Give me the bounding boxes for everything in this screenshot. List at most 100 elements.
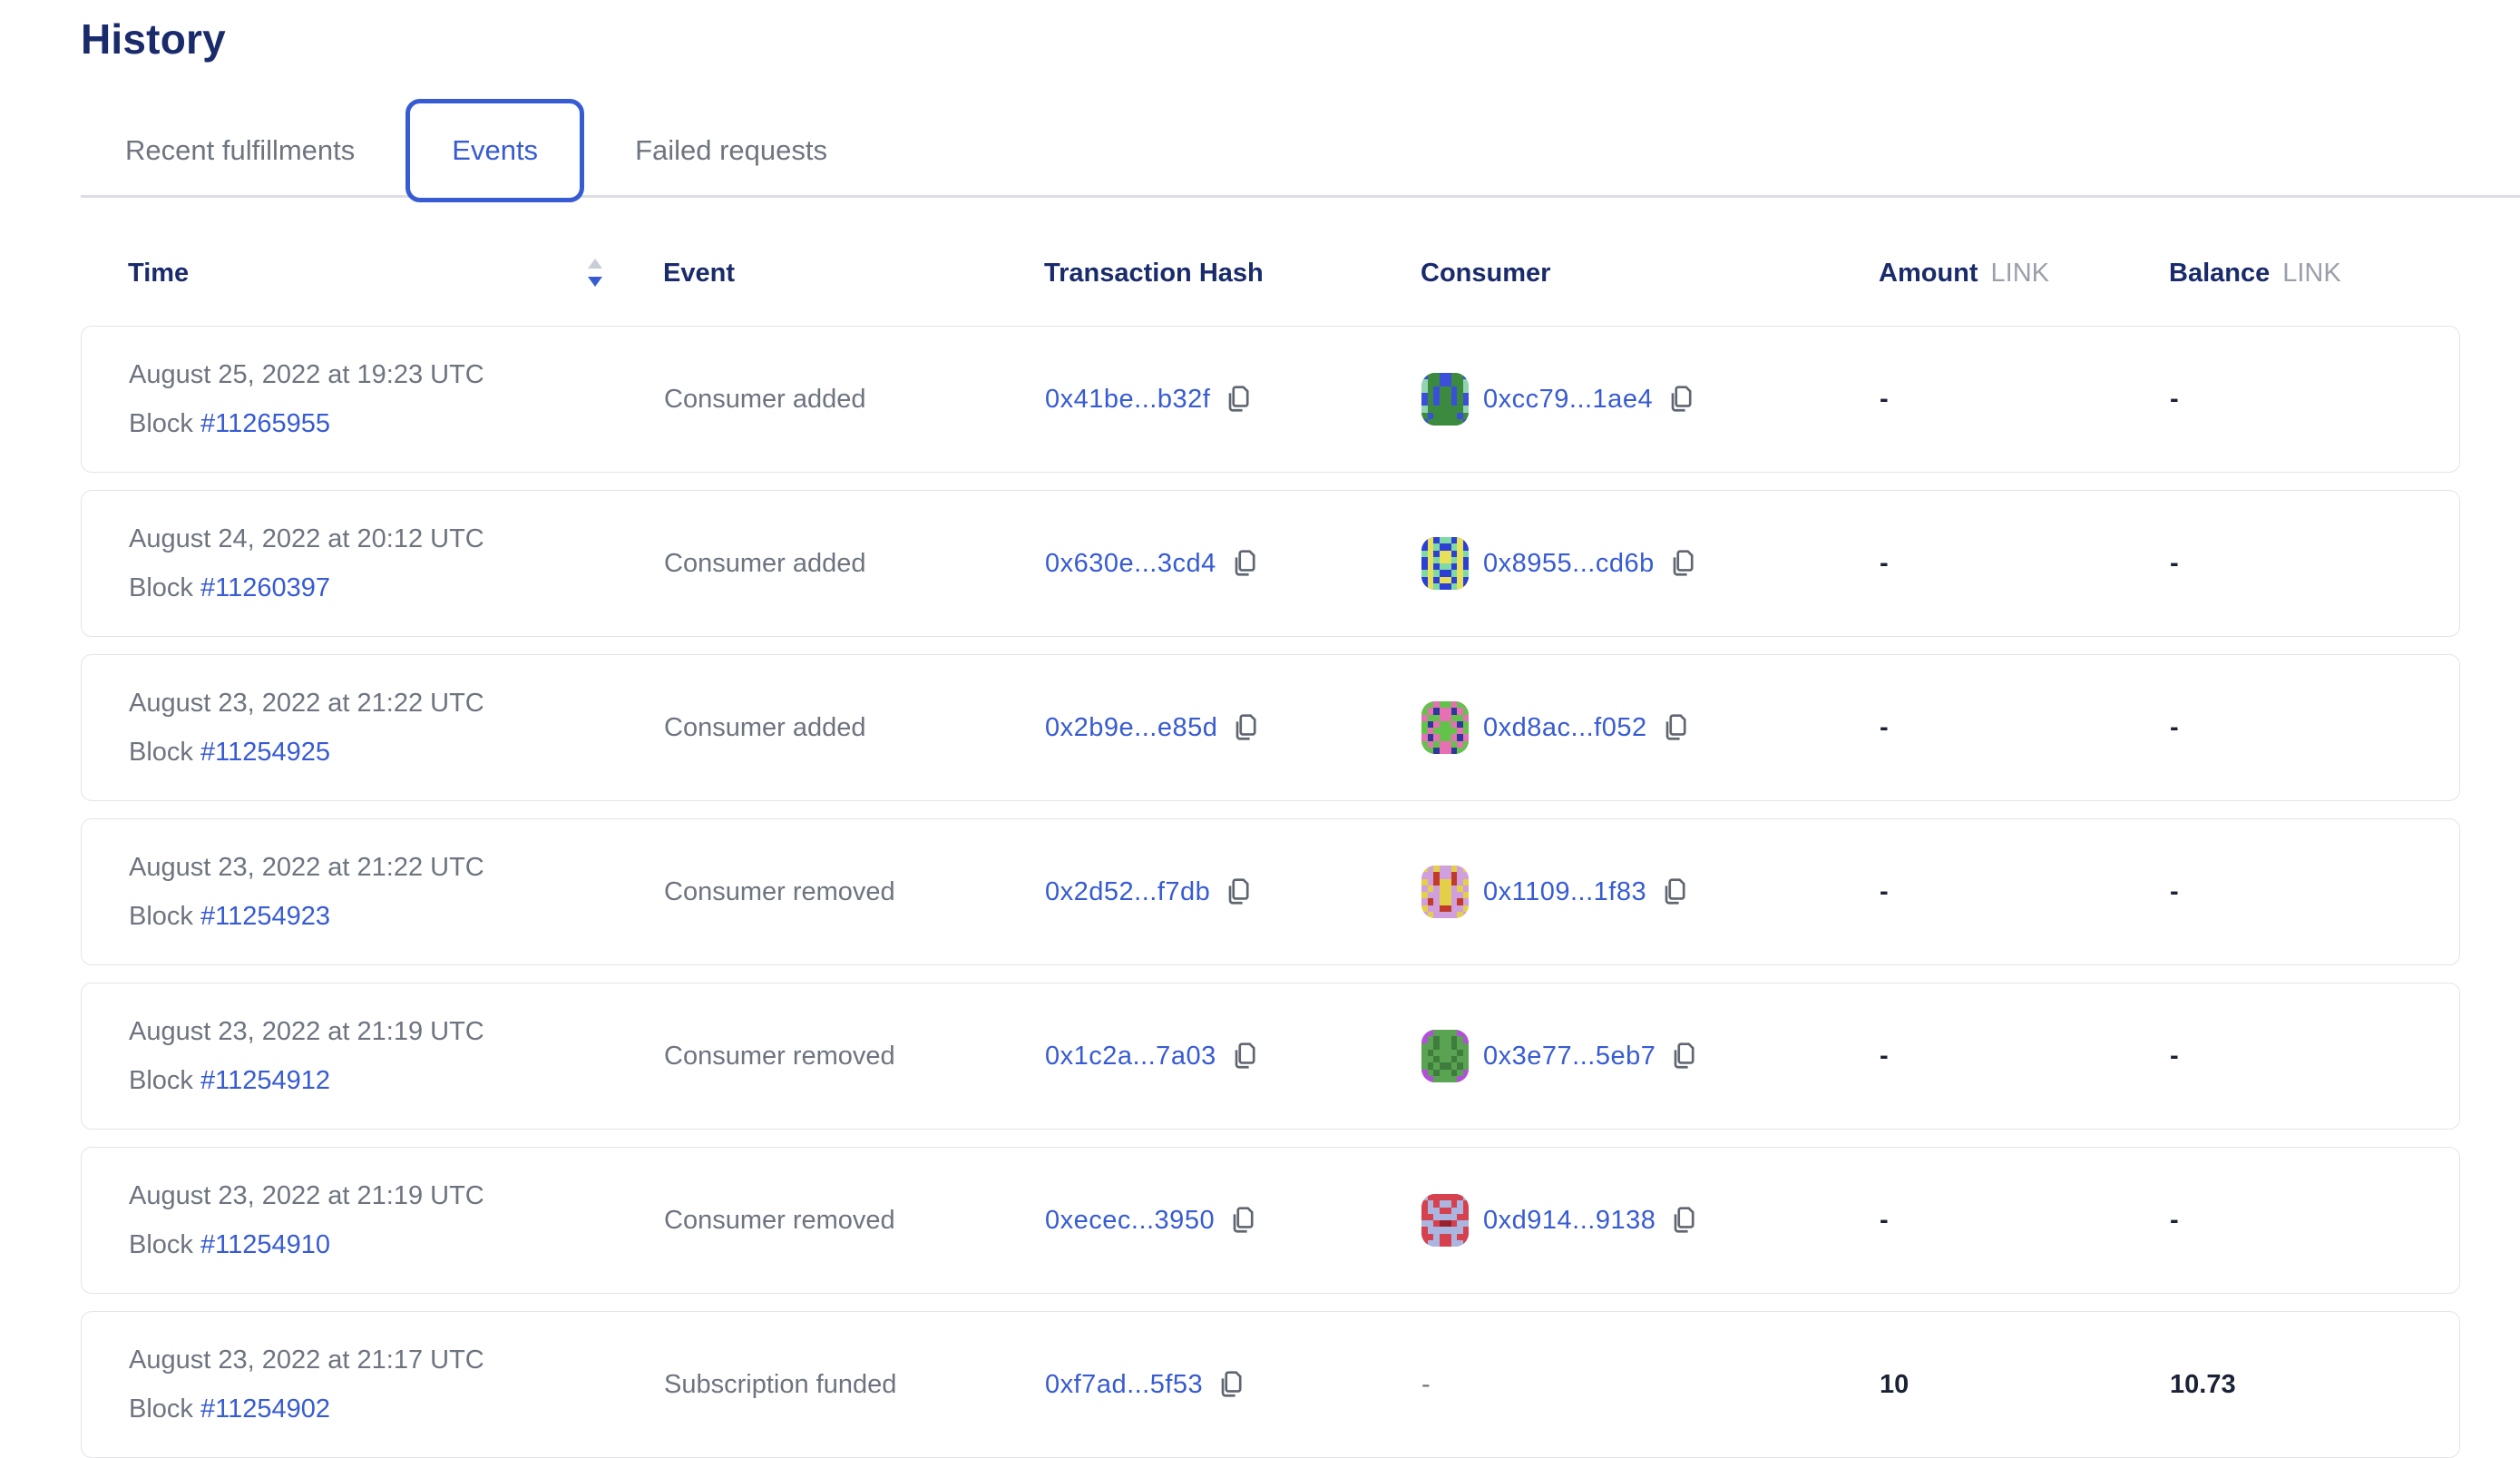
event-type-label: Consumer removed <box>664 1206 895 1235</box>
transaction-hash-link[interactable]: 0xecec...3950 <box>1045 1206 1215 1236</box>
event-cell: Consumer added <box>664 549 1045 579</box>
block-number-link[interactable]: #11260397 <box>200 573 330 602</box>
event-row: August 24, 2022 at 20:12 UTC Block #11260… <box>81 490 2460 637</box>
events-table-body: August 25, 2022 at 19:23 UTCBlock #11265… <box>81 326 2520 1458</box>
time-cell: August 23, 2022 at 21:19 UTC Block #11254… <box>129 1181 664 1260</box>
event-row: August 23, 2022 at 21:22 UTCBlock #11254… <box>81 654 2460 801</box>
balance-value: - <box>2170 385 2179 414</box>
tab-recent-fulfillments[interactable]: Recent fulfillments <box>116 134 364 167</box>
copy-button[interactable] <box>1668 1040 1697 1072</box>
balance-value: - <box>2170 1206 2179 1235</box>
event-cell: Subscription funded <box>664 1370 1045 1400</box>
copy-icon <box>1667 547 1696 580</box>
copy-icon <box>1660 711 1689 744</box>
event-type-label: Consumer added <box>664 549 865 578</box>
copy-button[interactable] <box>1668 1204 1697 1237</box>
column-header-time[interactable]: Time <box>128 256 663 290</box>
amount-cell: 10 <box>1880 1370 2170 1400</box>
consumer-cell: 0x1109...1f83 <box>1421 866 1880 918</box>
consumer-cell: 0xd8ac...f052 <box>1421 701 1880 754</box>
block-line: Block #11254925 <box>129 738 664 768</box>
amount-cell: - <box>1880 1206 2170 1236</box>
copy-icon <box>1668 1040 1697 1072</box>
copy-button[interactable] <box>1667 547 1696 580</box>
event-row: August 23, 2022 at 21:22 UTCBlock #11254… <box>81 818 2460 965</box>
tab-failed-requests[interactable]: Failed requests <box>626 134 836 167</box>
block-number-link[interactable]: #11254912 <box>200 1066 330 1095</box>
transaction-hash-link[interactable]: 0x1c2a...7a03 <box>1045 1042 1216 1071</box>
copy-icon <box>1665 383 1695 416</box>
consumer-identicon <box>1421 701 1469 754</box>
time-cell: August 24, 2022 at 20:12 UTC Block #11260… <box>129 524 664 603</box>
transaction-hash-link[interactable]: 0x41be...b32f <box>1045 385 1210 415</box>
event-type-label: Consumer added <box>664 385 865 414</box>
consumer-address-link[interactable]: 0x3e77...5eb7 <box>1483 1042 1656 1071</box>
time-cell: August 23, 2022 at 21:22 UTCBlock #11254… <box>129 689 664 768</box>
block-number-link[interactable]: #11254923 <box>200 902 330 931</box>
block-label: Block <box>129 738 200 767</box>
tab-events[interactable]: Events <box>405 99 584 202</box>
balance-value: - <box>2170 549 2179 578</box>
event-type-label: Subscription funded <box>664 1370 896 1399</box>
time-cell: August 23, 2022 at 21:17 UTC Block #11254… <box>129 1345 664 1424</box>
consumer-identicon <box>1421 373 1469 426</box>
transaction-hash-cell: 0x41be...b32f <box>1045 383 1421 416</box>
block-number-link[interactable]: #11254902 <box>200 1394 330 1424</box>
row-timestamp: August 24, 2022 at 20:12 UTC <box>129 524 664 554</box>
history-tabs: Recent fulfillments Events Failed reques… <box>81 103 2520 198</box>
balance-header-label: Balance <box>2169 259 2270 289</box>
copy-button[interactable] <box>1223 876 1252 908</box>
transaction-hash-cell: 0xf7ad...5f53 <box>1045 1368 1421 1401</box>
copy-button[interactable] <box>1229 1040 1258 1072</box>
column-header-balance: Balance LINK <box>2169 259 2460 289</box>
transaction-hash-link[interactable]: 0x630e...3cd4 <box>1045 549 1216 579</box>
balance-value: 10.73 <box>2170 1370 2236 1399</box>
balance-value: - <box>2170 713 2179 742</box>
event-cell: Consumer removed <box>664 1042 1045 1071</box>
consumer-address-link[interactable]: 0x1109...1f83 <box>1483 877 1646 907</box>
copy-button[interactable] <box>1660 711 1689 744</box>
block-label: Block <box>129 1394 200 1424</box>
event-row: August 23, 2022 at 21:19 UTCBlock #11254… <box>81 983 2460 1130</box>
balance-cell: - <box>2170 385 2459 415</box>
block-line: Block #11254910 <box>129 1230 664 1260</box>
block-number-link[interactable]: #11254925 <box>200 738 330 767</box>
copy-button[interactable] <box>1665 383 1695 416</box>
copy-button[interactable] <box>1659 876 1688 908</box>
row-timestamp: August 23, 2022 at 21:17 UTC <box>129 1345 664 1375</box>
event-cell: Consumer added <box>664 713 1045 743</box>
event-row: August 25, 2022 at 19:23 UTCBlock #11265… <box>81 326 2460 473</box>
block-label: Block <box>129 573 200 602</box>
amount-value: 10 <box>1880 1370 1909 1399</box>
copy-icon <box>1229 547 1258 580</box>
block-number-link[interactable]: #11254910 <box>200 1230 330 1259</box>
block-line: Block #11260397 <box>129 573 664 603</box>
time-cell: August 25, 2022 at 19:23 UTCBlock #11265… <box>129 360 664 439</box>
row-timestamp: August 23, 2022 at 21:19 UTC <box>129 1181 664 1211</box>
event-row: August 23, 2022 at 21:17 UTC Block #11254… <box>81 1311 2460 1458</box>
consumer-address-link[interactable]: 0x8955...cd6b <box>1483 549 1655 579</box>
consumer-address-link[interactable]: 0xd8ac...f052 <box>1483 713 1647 743</box>
copy-button[interactable] <box>1227 1204 1256 1237</box>
block-line: Block #11254923 <box>129 902 664 932</box>
copy-icon <box>1223 383 1252 416</box>
copy-button[interactable] <box>1229 547 1258 580</box>
transaction-hash-link[interactable]: 0x2d52...f7db <box>1045 877 1210 907</box>
consumer-identicon <box>1421 1030 1469 1082</box>
block-number-link[interactable]: #11265955 <box>200 409 330 438</box>
copy-button[interactable] <box>1216 1368 1245 1401</box>
consumer-header-label: Consumer <box>1421 259 1550 289</box>
consumer-cell: - <box>1421 1370 1880 1400</box>
transaction-hash-link[interactable]: 0xf7ad...5f53 <box>1045 1370 1203 1400</box>
block-label: Block <box>129 1230 200 1259</box>
transaction-hash-link[interactable]: 0x2b9e...e85d <box>1045 713 1217 743</box>
copy-button[interactable] <box>1230 711 1259 744</box>
page-title: History <box>81 15 2520 64</box>
consumer-address-link[interactable]: 0xcc79...1ae4 <box>1483 385 1653 415</box>
copy-button[interactable] <box>1223 383 1252 416</box>
block-label: Block <box>129 409 200 438</box>
consumer-address-link[interactable]: 0xd914...9138 <box>1483 1206 1656 1236</box>
sort-descending-icon[interactable] <box>585 256 605 290</box>
amount-cell: - <box>1880 385 2170 415</box>
column-header-event: Event <box>663 259 1044 289</box>
